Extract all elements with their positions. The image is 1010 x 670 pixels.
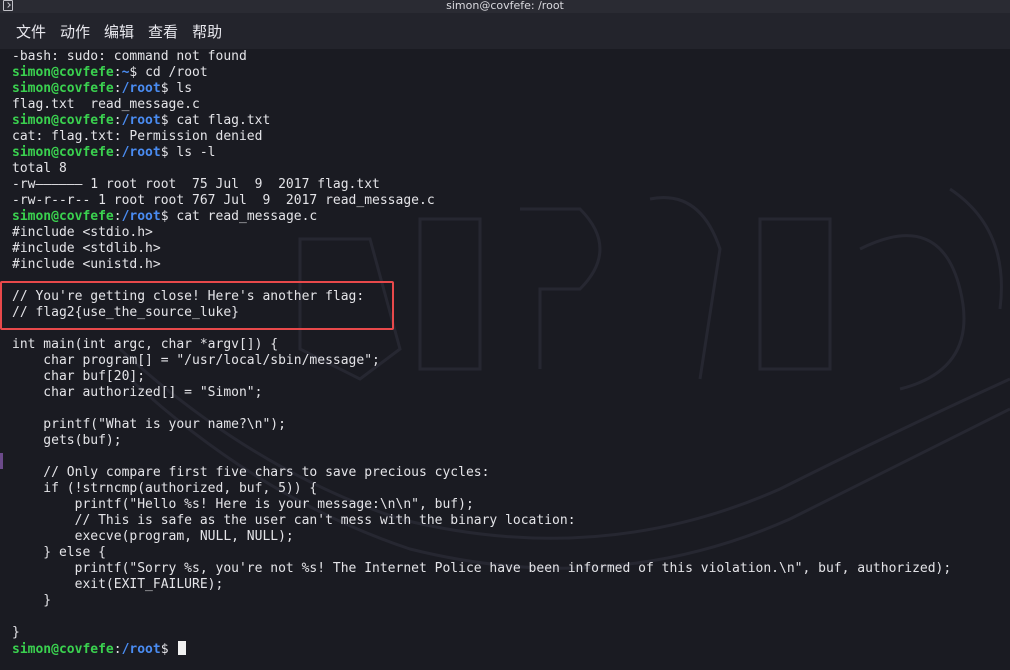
command-text: ls -l <box>176 145 216 160</box>
menu-bar: 文件 动作 编辑 查看 帮助 <box>0 13 1010 49</box>
prompt-line: simon@covfefe:/root$ cat read_message.c <box>12 209 951 225</box>
menu-action[interactable]: 动作 <box>60 19 90 44</box>
title-bar: simon@covfefe: /root <box>0 0 1010 13</box>
prompt-line: simon@covfefe:/root$ <box>12 641 951 657</box>
output-line: #include <stdlib.h> <box>12 241 161 256</box>
edge-indicator <box>0 453 3 469</box>
prompt-separator: : <box>113 65 122 80</box>
command-text: cat flag.txt <box>176 113 271 128</box>
output-line: char authorized[] = "Simon"; <box>12 385 263 400</box>
prompt-separator: : <box>113 113 122 128</box>
output-line: // Only compare first five chars to save… <box>12 465 490 480</box>
prompt-user-host: simon@covfefe <box>12 113 114 128</box>
menu-help[interactable]: 帮助 <box>192 19 222 44</box>
prompt-user-host: simon@covfefe <box>12 81 114 96</box>
output-line: #include <stdio.h> <box>12 225 153 240</box>
output-line: gets(buf); <box>12 433 122 448</box>
prompt-dollar: $ <box>160 113 177 128</box>
flag-highlight-box <box>0 281 394 330</box>
prompt-user-host: simon@covfefe <box>12 65 114 80</box>
output-line: total 8 <box>12 161 67 176</box>
command-text: cd /root <box>145 65 208 80</box>
prompt-user-host: simon@covfefe <box>12 145 114 160</box>
output-line: printf("Sorry %s, you're not %s! The Int… <box>12 561 952 576</box>
menu-view[interactable]: 查看 <box>148 19 178 44</box>
output-line: #include <unistd.h> <box>12 257 161 272</box>
output-line: } <box>12 625 20 640</box>
prompt-path: /root <box>121 113 161 128</box>
prompt-dollar: $ <box>129 65 146 80</box>
output-line: } else { <box>12 545 106 560</box>
output-line: char program[] = "/usr/local/sbin/messag… <box>12 353 380 368</box>
prompt-dollar: $ <box>160 209 177 224</box>
prompt-separator: : <box>113 81 122 96</box>
window-title: simon@covfefe: /root <box>446 0 564 12</box>
output-line: printf("What is your name?\n"); <box>12 417 286 432</box>
prompt-separator: : <box>113 642 122 657</box>
output-line: printf("Hello %s! Here is your message:\… <box>12 497 474 512</box>
terminal-area[interactable]: -bash: sudo: command not found simon@covf… <box>0 49 1010 670</box>
output-line: -rw—————— 1 root root 75 Jul 9 2017 flag… <box>12 177 380 192</box>
command-text: cat read_message.c <box>176 209 318 224</box>
prompt-user-host: simon@covfefe <box>12 209 114 224</box>
prompt-path: /root <box>121 209 161 224</box>
output-line: } <box>12 593 52 608</box>
prompt-dollar: $ <box>160 81 177 96</box>
prompt-dollar: $ <box>160 145 177 160</box>
prompt-dollar: $ <box>160 642 177 657</box>
menu-file[interactable]: 文件 <box>16 19 46 44</box>
prompt-user-host: simon@covfefe <box>12 642 114 657</box>
output-line: cat: flag.txt: Permission denied <box>12 129 263 144</box>
prompt-separator: : <box>113 145 122 160</box>
prompt-line: simon@covfefe:/root$ cat flag.txt <box>12 113 951 129</box>
prompt-path: /root <box>121 81 161 96</box>
output-line: execve(program, NULL, NULL); <box>12 529 294 544</box>
prompt-path: /root <box>121 145 161 160</box>
output-line: if (!strncmp(authorized, buf, 5)) { <box>12 481 318 496</box>
prompt-line: simon@covfefe:/root$ ls <box>12 81 951 97</box>
output-line: exit(EXIT_FAILURE); <box>12 577 224 592</box>
output-line: -bash: sudo: command not found <box>12 49 247 64</box>
prompt-separator: : <box>113 209 122 224</box>
menu-edit[interactable]: 编辑 <box>104 19 134 44</box>
output-line: -rw-r--r-- 1 root root 767 Jul 9 2017 re… <box>12 193 435 208</box>
prompt-path: /root <box>121 642 161 657</box>
terminal-output: -bash: sudo: command not found simon@covf… <box>12 49 951 657</box>
command-text: ls <box>176 81 193 96</box>
output-line: char buf[20]; <box>12 369 146 384</box>
output-line: flag.txt read_message.c <box>12 97 200 112</box>
output-line: // This is safe as the user can't mess w… <box>12 513 576 528</box>
output-line: int main(int argc, char *argv[]) { <box>12 337 279 352</box>
prompt-line: simon@covfefe:/root$ ls -l <box>12 145 951 161</box>
text-cursor <box>178 641 187 655</box>
prompt-line: simon@covfefe:~$ cd /root <box>12 65 951 81</box>
